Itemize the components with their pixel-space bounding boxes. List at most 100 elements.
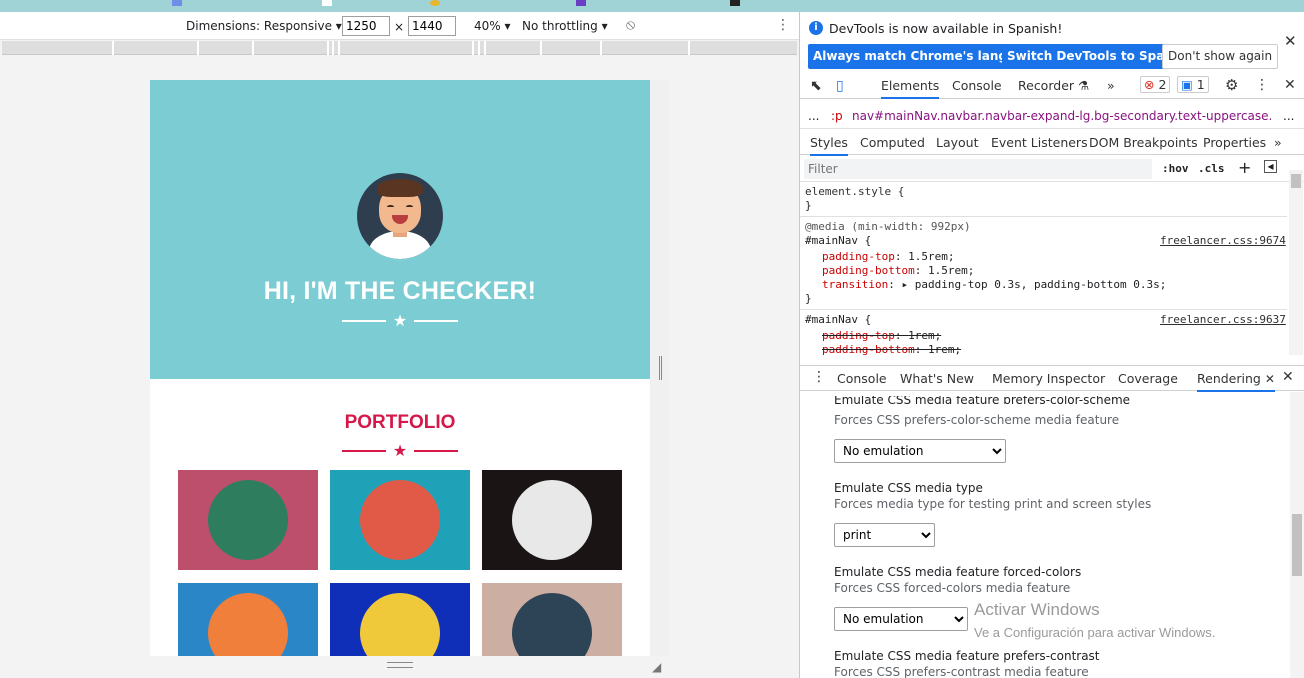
- info-icon: i: [809, 21, 823, 35]
- media-type-select[interactable]: print: [834, 523, 935, 547]
- dimensions-dropdown[interactable]: Dimensions: Responsive ▾: [186, 19, 342, 33]
- resize-handle-bottom[interactable]: [387, 662, 413, 668]
- rule-close: }: [805, 292, 812, 305]
- rule-selector[interactable]: #mainNav {: [805, 234, 871, 248]
- breadcrumb-item[interactable]: :p: [831, 109, 843, 123]
- errors-badge[interactable]: ⊗ 2: [1140, 76, 1171, 93]
- css-value[interactable]: 1rem;: [928, 343, 961, 356]
- more-vert-icon[interactable]: ⋮: [776, 17, 790, 33]
- zoom-label: 40%: [474, 19, 501, 33]
- tab-console[interactable]: Console: [952, 78, 1002, 93]
- source-link[interactable]: freelancer.css:9674: [1160, 234, 1286, 248]
- tab-event-listeners[interactable]: Event Listeners: [991, 135, 1088, 150]
- css-property[interactable]: padding-top: [822, 329, 895, 342]
- drawer-tab-coverage[interactable]: Coverage: [1118, 371, 1178, 386]
- css-property[interactable]: padding-top: [822, 250, 895, 263]
- inspect-icon[interactable]: ⬉: [810, 78, 822, 94]
- zoom-dropdown[interactable]: 40% ▾: [474, 19, 511, 33]
- sidebar-toggle-icon[interactable]: ◂: [1264, 160, 1277, 173]
- css-value[interactable]: 1rem;: [908, 329, 941, 342]
- tab-styles[interactable]: Styles: [810, 135, 848, 156]
- close-icon[interactable]: ✕: [1284, 32, 1297, 50]
- drawer-tab-console[interactable]: Console: [837, 371, 887, 386]
- portfolio-item-cake[interactable]: [330, 470, 470, 570]
- close-devtools-icon[interactable]: ✕: [1284, 77, 1296, 93]
- browser-top-strip: [0, 0, 1304, 12]
- css-property[interactable]: padding-bottom: [822, 343, 915, 356]
- device-emulation-pane: Dimensions: Responsive ▾ × 40% ▾ No thro…: [0, 12, 799, 678]
- tab-elements[interactable]: Elements: [881, 78, 940, 99]
- star-icon: ★: [392, 441, 408, 460]
- prefers-color-scheme-select[interactable]: No emulation: [834, 439, 1006, 463]
- portfolio-item-cabin[interactable]: [178, 470, 318, 570]
- windows-activation-subtitle: Ve a Configuración para activar Windows.: [974, 625, 1216, 640]
- breadcrumb-node[interactable]: nav#mainNav.navbar.navbar-expand-lg.bg-s…: [852, 109, 1272, 123]
- drawer-tab-rendering[interactable]: Rendering ✕: [1197, 371, 1275, 392]
- more-vert-icon[interactable]: ⋮: [1255, 77, 1269, 93]
- dimensions-label: Dimensions: Responsive: [186, 19, 332, 33]
- breadcrumb-scroll-right[interactable]: ...: [1283, 109, 1294, 123]
- css-property[interactable]: transition: [822, 278, 888, 291]
- drawer-menu-icon[interactable]: ⋮: [812, 369, 826, 385]
- hero-divider: ★: [150, 311, 650, 331]
- more-subtabs-icon[interactable]: »: [1274, 135, 1282, 150]
- breadcrumb-scroll-left[interactable]: ...: [808, 109, 819, 123]
- tab-computed[interactable]: Computed: [860, 135, 925, 150]
- forced-colors-select[interactable]: No emulation: [834, 607, 968, 631]
- breadcrumb: ... :p nav#mainNav.navbar.navbar-expand-…: [800, 105, 1304, 129]
- flask-icon: ⚗: [1078, 78, 1090, 93]
- avatar: [357, 173, 443, 259]
- styles-scrollbar[interactable]: [1289, 170, 1303, 355]
- setting-heading: Emulate CSS media feature prefers-contra…: [834, 649, 1100, 663]
- device-toggle-icon[interactable]: ▯: [836, 78, 844, 94]
- filter-input[interactable]: [804, 159, 1152, 179]
- width-input[interactable]: [342, 16, 390, 36]
- cls-toggle[interactable]: .cls: [1198, 162, 1225, 175]
- resize-handle-right[interactable]: [659, 356, 662, 380]
- setting-heading: Emulate CSS media feature prefers-color-…: [834, 396, 1131, 404]
- close-tab-icon[interactable]: ✕: [1265, 372, 1275, 386]
- portfolio-item-game-controller[interactable]: [178, 583, 318, 656]
- resize-corner-icon[interactable]: ◢: [652, 660, 661, 674]
- throttling-dropdown[interactable]: No throttling ▾: [522, 19, 608, 33]
- circus-icon: [512, 480, 592, 560]
- close-drawer-icon[interactable]: ✕: [1282, 369, 1294, 385]
- new-rule-icon[interactable]: +: [1238, 158, 1251, 177]
- css-value[interactable]: 1.5rem;: [928, 264, 974, 277]
- tab-layout[interactable]: Layout: [936, 135, 979, 150]
- element-style-selector: element.style {: [805, 185, 905, 198]
- media-query-ruler[interactable]: [2, 41, 797, 55]
- setting-description: Forces media type for testing print and …: [834, 497, 1152, 511]
- notice-text: DevTools is now available in Spanish!: [829, 21, 1063, 36]
- emulated-page: HI, I'M THE CHECKER! ★ PORTFOLIO ★: [150, 80, 650, 656]
- more-tabs-icon[interactable]: »: [1107, 78, 1115, 93]
- css-value[interactable]: 1.5rem;: [908, 250, 954, 263]
- height-input[interactable]: [408, 16, 456, 36]
- portfolio-item-circus[interactable]: [482, 470, 622, 570]
- rendering-scrollbar[interactable]: [1290, 392, 1304, 678]
- portfolio-item-submarine[interactable]: [482, 583, 622, 656]
- message-icon: ▣: [1181, 77, 1193, 92]
- css-value[interactable]: padding-top 0.3s, padding-bottom 0.3s;: [915, 278, 1167, 291]
- dont-show-button[interactable]: Don't show again: [1162, 44, 1279, 69]
- windows-activation-title: Activar Windows: [974, 600, 1100, 619]
- error-icon: ⊗: [1144, 77, 1155, 92]
- tab-properties[interactable]: Properties: [1203, 135, 1266, 150]
- portfolio-item-safe[interactable]: [330, 583, 470, 656]
- drawer-tab-memory[interactable]: Memory Inspector: [992, 371, 1105, 386]
- portfolio-divider: ★: [150, 441, 650, 461]
- hov-toggle[interactable]: :hov: [1162, 162, 1189, 175]
- messages-badge[interactable]: ▣ 1: [1177, 76, 1209, 93]
- css-property[interactable]: padding-bottom: [822, 264, 915, 277]
- tab-dom-breakpoints[interactable]: DOM Breakpoints: [1089, 135, 1198, 150]
- source-link[interactable]: freelancer.css:9637: [1160, 313, 1286, 327]
- rule-selector[interactable]: #mainNav {: [805, 313, 871, 327]
- settings-gear-icon[interactable]: ⚙: [1225, 76, 1238, 94]
- safe-icon: [360, 593, 440, 656]
- tab-recorder[interactable]: Recorder ⚗: [1018, 78, 1089, 93]
- tab-icon: [576, 0, 586, 6]
- rotate-icon[interactable]: ⦸: [626, 17, 635, 33]
- language-notice: i DevTools is now available in Spanish! …: [800, 12, 1304, 72]
- drawer-tab-whats-new[interactable]: What's New: [900, 371, 974, 386]
- cabin-icon: [208, 480, 288, 560]
